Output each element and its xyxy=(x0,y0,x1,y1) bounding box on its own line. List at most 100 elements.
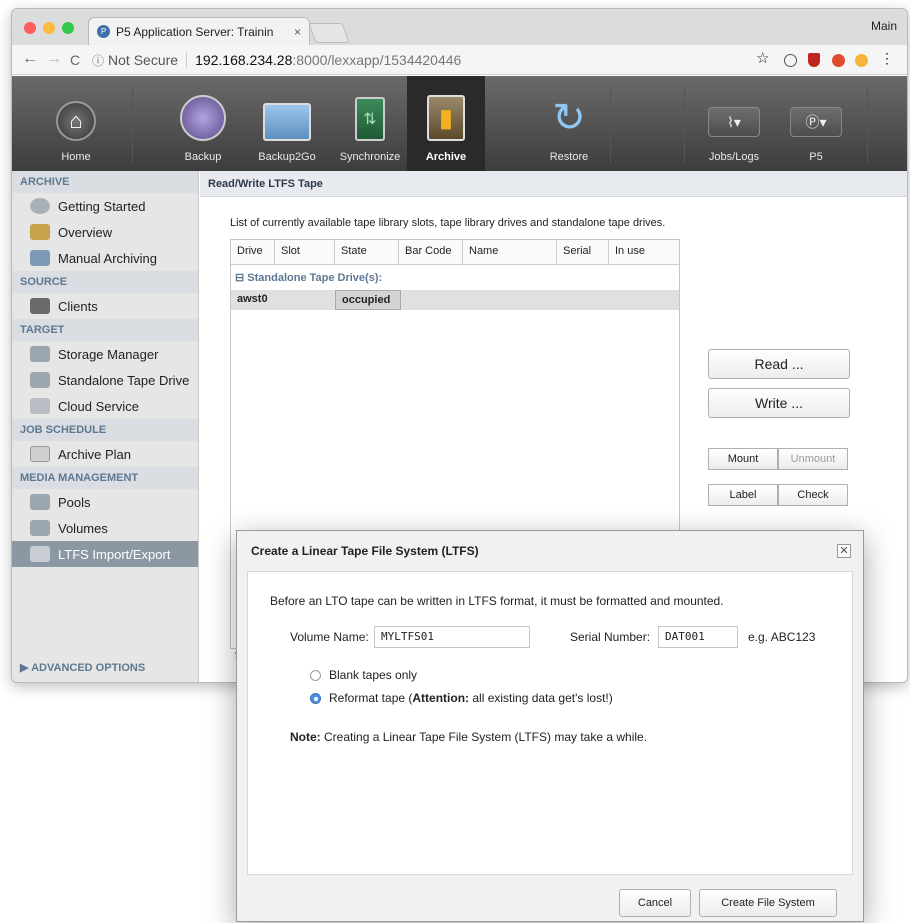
sidebar-item-label: LTFS Import/Export xyxy=(58,546,171,562)
sidebar-section-archive: ARCHIVE xyxy=(12,171,198,193)
profile-label[interactable]: Main xyxy=(871,19,897,33)
tab-close-icon[interactable]: × xyxy=(294,25,301,39)
nav-synchronize[interactable]: ⇅ Synchronize xyxy=(330,76,410,171)
serial-example-hint: e.g. ABC123 xyxy=(748,630,816,644)
archive-plan-icon xyxy=(30,446,50,462)
maximize-window-button[interactable] xyxy=(62,22,74,34)
group-row-standalone[interactable]: ⊟ Standalone Tape Drive(s): xyxy=(231,265,679,290)
url-host: 192.168.234.28 xyxy=(195,52,293,68)
nav-p5[interactable]: Ⓟ▾ P5 xyxy=(784,76,848,171)
page-description: List of currently available tape library… xyxy=(230,217,666,229)
sidebar-item-standalone-tape-drive[interactable]: Standalone Tape Drive xyxy=(12,367,198,393)
pools-icon xyxy=(30,494,50,510)
advanced-options-toggle[interactable]: ▶ ADVANCED OPTIONS xyxy=(20,661,145,674)
dialog-title: Create a Linear Tape File System (LTFS) xyxy=(251,544,479,558)
sidebar-item-label: Overview xyxy=(58,224,113,240)
home-icon: ⌂ xyxy=(56,101,96,141)
serial-number-field[interactable]: DAT001 xyxy=(658,626,738,648)
forward-icon[interactable]: → xyxy=(46,50,62,68)
nav-home-label: Home xyxy=(61,151,91,163)
ltfs-icon xyxy=(30,546,50,562)
extension-red-icon[interactable] xyxy=(832,54,845,67)
create-file-system-button[interactable]: Create File System xyxy=(699,889,837,917)
sidebar-item-label: Clients xyxy=(58,298,98,314)
reformat-tape-radio[interactable] xyxy=(310,693,321,705)
column-header[interactable]: Serial xyxy=(557,240,609,264)
column-header[interactable]: Drive xyxy=(231,240,275,264)
write-button[interactable]: Write ... xyxy=(708,388,850,418)
sidebar-item-label: Volumes xyxy=(58,520,108,536)
sidebar-item-cloud-service[interactable]: Cloud Service xyxy=(12,393,198,419)
sidebar-item-volumes[interactable]: Volumes xyxy=(12,515,198,541)
overview-icon xyxy=(30,224,50,240)
nav-home[interactable]: ⌂ Home xyxy=(46,76,106,171)
nav-divider xyxy=(867,88,868,163)
nav-backup2go[interactable]: Backup2Go xyxy=(252,76,322,171)
nav-divider xyxy=(610,88,611,163)
unmount-button[interactable]: Unmount xyxy=(778,448,848,470)
tape-drive-icon xyxy=(30,372,50,388)
reformat-tape-option[interactable]: Reformat tape (Attention: all existing d… xyxy=(310,691,613,705)
info-icon[interactable]: ⓘ xyxy=(92,52,104,69)
new-tab-button[interactable] xyxy=(308,23,350,43)
column-header[interactable]: Name xyxy=(463,240,557,264)
column-header[interactable]: Bar Code xyxy=(399,240,463,264)
ublock-shield-icon[interactable] xyxy=(808,53,820,67)
blank-tapes-option[interactable]: Blank tapes only xyxy=(310,668,417,682)
label-button[interactable]: Label xyxy=(708,484,778,506)
cell-drive: awst0 xyxy=(237,293,268,305)
sync-device-icon: ⇅ xyxy=(355,97,385,141)
sidebar-item-ltfs-import-export[interactable]: LTFS Import/Export xyxy=(12,541,198,567)
sidebar-item-label: Storage Manager xyxy=(58,346,159,362)
create-ltfs-dialog: Create a Linear Tape File System (LTFS) … xyxy=(236,530,864,922)
sidebar-item-overview[interactable]: Overview xyxy=(12,219,198,245)
getting-started-icon xyxy=(30,198,50,214)
column-header[interactable]: State xyxy=(335,240,399,264)
serial-number-label: Serial Number: xyxy=(570,630,651,644)
sidebar-item-storage-manager[interactable]: Storage Manager xyxy=(12,341,198,367)
column-header[interactable]: In use xyxy=(609,240,669,264)
cloud-service-icon xyxy=(30,398,50,414)
browser-tab[interactable]: P P5 Application Server: Trainin × xyxy=(88,17,310,45)
url-bar[interactable]: ⓘ Not Secure 192.168.234.28 :8000/lexxap… xyxy=(92,49,752,71)
sidebar-item-clients[interactable]: Clients xyxy=(12,293,198,319)
bookmark-star-icon[interactable]: ☆ xyxy=(756,49,769,67)
app-nav-bar: ⌂ Home Backup Backup2Go ⇅ Synchronize ▮ … xyxy=(12,76,907,171)
read-button[interactable]: Read ... xyxy=(708,349,850,379)
back-icon[interactable]: ← xyxy=(22,50,38,68)
extension-info-icon[interactable] xyxy=(784,54,797,67)
extension-yellow-icon[interactable] xyxy=(855,54,868,67)
close-icon[interactable]: ✕ xyxy=(837,544,851,558)
sidebar-item-archive-plan[interactable]: Archive Plan xyxy=(12,441,198,467)
sidebar-item-getting-started[interactable]: Getting Started xyxy=(12,193,198,219)
nav-jobs-logs-label: Jobs/Logs xyxy=(708,151,760,163)
blank-tapes-radio[interactable] xyxy=(310,670,321,682)
cancel-button[interactable]: Cancel xyxy=(619,889,691,917)
sidebar-item-manual-archiving[interactable]: Manual Archiving xyxy=(12,245,198,271)
browser-menu-icon[interactable]: ⋮ xyxy=(880,50,894,67)
nav-p5-label: P5 xyxy=(809,151,823,163)
nav-restore[interactable]: ↻ Restore xyxy=(539,76,599,171)
nav-archive[interactable]: ▮ Archive xyxy=(407,76,485,171)
volume-name-field[interactable]: MYLTFS01 xyxy=(374,626,530,648)
archive-vault-icon: ▮ xyxy=(427,95,465,141)
blank-tapes-label: Blank tapes only xyxy=(329,668,418,682)
nav-jobs-logs[interactable]: ⌇▾ Jobs/Logs xyxy=(702,76,766,171)
app-favicon-icon: P xyxy=(97,25,110,38)
close-window-button[interactable] xyxy=(24,22,36,34)
reload-icon[interactable]: C xyxy=(70,52,80,68)
column-header[interactable]: Slot xyxy=(275,240,335,264)
nav-backup[interactable]: Backup xyxy=(178,76,228,171)
restore-arrow-icon: ↻ xyxy=(552,96,586,140)
mount-button[interactable]: Mount xyxy=(708,448,778,470)
reformat-label-suffix: all existing data get's lost!) xyxy=(469,691,613,705)
sidebar-section-job-schedule: JOB SCHEDULE xyxy=(12,419,198,441)
nav-synchronize-label: Synchronize xyxy=(339,151,401,163)
volumes-icon xyxy=(30,520,50,536)
table-row[interactable]: awst0 occupied xyxy=(231,290,679,310)
url-path: :8000/lexxapp/1534420446 xyxy=(292,52,462,68)
check-button[interactable]: Check xyxy=(778,484,848,506)
note-label: Note: xyxy=(290,730,321,744)
minimize-window-button[interactable] xyxy=(43,22,55,34)
sidebar-item-pools[interactable]: Pools xyxy=(12,489,198,515)
